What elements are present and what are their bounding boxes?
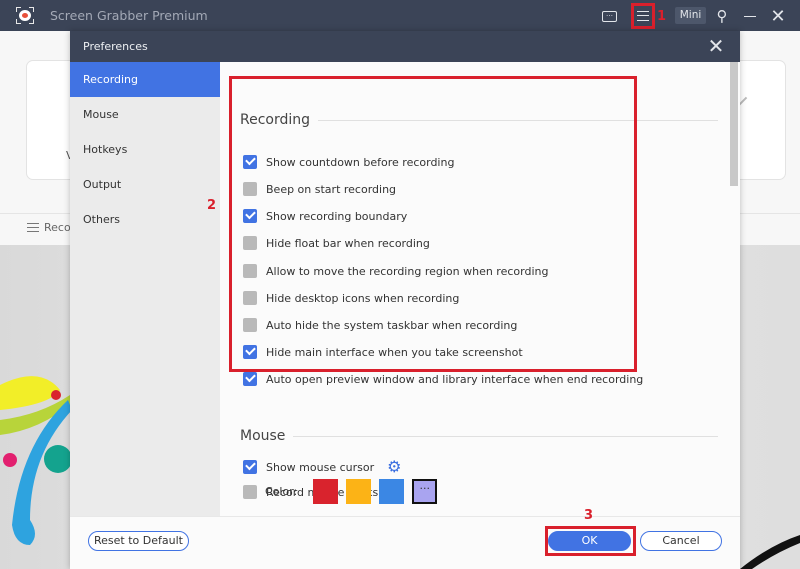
black-swirl	[740, 535, 800, 569]
app-title: Screen Grabber Premium	[50, 8, 208, 23]
app-title-bar: Screen Grabber Premium … 1 Mini ⚲ ✕	[0, 0, 800, 31]
click-color-row: Color: ···	[265, 479, 445, 504]
annotation-number-3: 3	[584, 508, 594, 523]
sidebar-item-recording[interactable]: Recording	[70, 62, 220, 97]
recording-list-label: Reco	[44, 221, 71, 234]
annotation-number-1: 1	[657, 9, 667, 24]
teal-dot	[44, 445, 72, 473]
color-label: Color:	[265, 485, 298, 498]
content-scrollbar[interactable]	[730, 62, 738, 186]
close-app-icon[interactable]: ✕	[770, 5, 786, 27]
red-dot	[51, 390, 61, 400]
dialog-footer: Reset to Default OK Cancel	[70, 516, 740, 569]
recording-list-tab[interactable]: Reco	[27, 221, 71, 234]
more-colors-button[interactable]: ···	[412, 479, 438, 504]
gear-icon[interactable]: ⚙	[387, 459, 401, 475]
minimize-icon[interactable]	[742, 5, 758, 27]
menu-hamburger-icon[interactable]	[631, 3, 655, 29]
annotation-box-recording-options	[229, 76, 637, 372]
pin-icon[interactable]: ⚲	[713, 5, 731, 27]
sidebar-item-hotkeys[interactable]: Hotkeys	[70, 132, 220, 167]
checkbox[interactable]	[243, 485, 257, 499]
pink-dot	[3, 453, 17, 467]
color-swatch-yellow[interactable]	[346, 479, 372, 504]
cancel-button[interactable]: Cancel	[640, 531, 722, 551]
option-auto-open-preview[interactable]: Auto open preview window and library int…	[243, 371, 643, 387]
list-icon	[27, 223, 39, 232]
annotation-box-ok	[545, 526, 636, 556]
mini-mode-button[interactable]: Mini	[675, 7, 706, 24]
dialog-header: Preferences ✕	[70, 31, 740, 62]
feedback-chat-icon[interactable]: …	[599, 5, 619, 27]
close-dialog-icon[interactable]: ✕	[706, 36, 726, 56]
preferences-sidebar: Recording Mouse Hotkeys Output Others	[70, 62, 220, 516]
option-show-mouse-cursor[interactable]: Show mouse cursor ⚙	[243, 459, 401, 475]
dialog-title: Preferences	[83, 40, 148, 53]
color-swatch-red[interactable]	[313, 479, 339, 504]
reset-to-default-button[interactable]: Reset to Default	[88, 531, 189, 551]
app-logo-icon	[16, 7, 34, 24]
yellow-swirl	[0, 376, 60, 410]
color-swatch-blue[interactable]	[379, 479, 405, 504]
checkbox[interactable]	[243, 460, 257, 474]
mouse-section-title: Mouse	[240, 428, 718, 444]
sidebar-item-output[interactable]: Output	[70, 167, 220, 202]
sidebar-item-mouse[interactable]: Mouse	[70, 97, 220, 132]
annotation-number-2: 2	[207, 198, 217, 213]
checkbox[interactable]	[243, 372, 257, 386]
sidebar-item-others[interactable]: Others	[70, 202, 220, 237]
